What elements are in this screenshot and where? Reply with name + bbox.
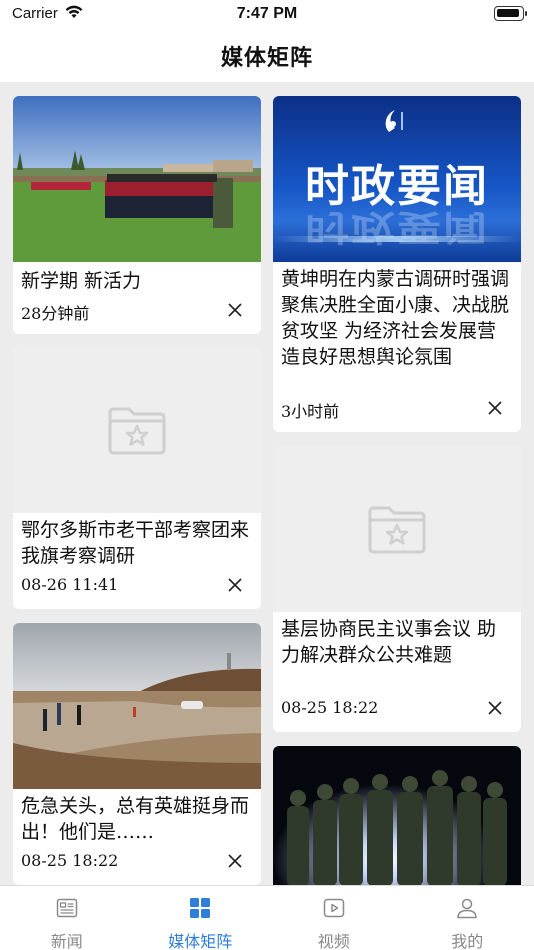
news-card-title: 基层协商民主议事会议 助力解决群众公共难题: [281, 618, 497, 666]
close-icon[interactable]: [225, 851, 245, 871]
soldiers-night-photo: [273, 746, 521, 885]
tab-label: 视频: [317, 932, 350, 950]
news-card-title: 危急关头，总有英雄挺身而出！他们是……: [21, 795, 250, 843]
navigation-bar: 媒体矩阵: [0, 28, 534, 82]
image-placeholder: [273, 446, 521, 612]
tab-mine[interactable]: 我的: [401, 886, 534, 950]
tab-label: 我的: [451, 932, 484, 950]
news-card-time: 08-25 18:22: [281, 698, 379, 717]
image-placeholder: [13, 347, 261, 513]
close-icon[interactable]: [225, 575, 245, 595]
news-card-title: 新学期 新活力: [21, 270, 142, 292]
tab-label: 媒体矩阵: [168, 932, 233, 950]
flood-rescue-photo: [13, 623, 261, 789]
tab-bar: 新闻 媒体矩阵 视频 我的: [0, 885, 534, 950]
news-card-time: 08-25 18:22: [21, 851, 119, 870]
video-play-icon: [323, 898, 344, 918]
news-card-time: 3小时前: [281, 402, 340, 421]
tab-label: 新闻: [50, 932, 83, 950]
news-icon: [56, 898, 77, 918]
close-icon[interactable]: [485, 398, 505, 418]
close-icon[interactable]: [225, 300, 245, 320]
news-card-title: 鄂尔多斯市老干部考察团来我旗考察调研: [21, 519, 250, 567]
students-in-field-photo: [13, 96, 261, 262]
battery-level: [497, 9, 519, 17]
person-icon: [457, 898, 477, 919]
tab-video[interactable]: 视频: [267, 886, 401, 950]
status-bar: Carrier 7:47 PM: [0, 0, 534, 28]
page-title: 媒体矩阵: [220, 45, 313, 71]
news-banner-image: 时政要闻 时政要闻: [273, 96, 521, 262]
news-card[interactable]: 基层协商民主议事会议 助力解决群众公共难题 08-25 18:22: [273, 446, 521, 732]
battery-icon: [494, 6, 527, 21]
news-card[interactable]: 鄂尔多斯市老干部考察团来我旗考察调研 08-26 11:41: [13, 347, 261, 609]
news-card[interactable]: 危急关头，总有英雄挺身而出！他们是…… 08-25 18:22: [13, 623, 261, 885]
news-card-time: 08-26 11:41: [21, 575, 119, 594]
banner-light-streak: [273, 236, 521, 242]
news-card[interactable]: 时政要闻 时政要闻 黄坤明在内蒙古调研时强调 聚焦决胜全面小康、决战脱贫攻坚 为…: [273, 96, 521, 432]
close-icon[interactable]: [485, 698, 505, 718]
news-card[interactable]: [273, 746, 521, 885]
banner-headline-reflection: 时政要闻: [305, 206, 489, 247]
news-card[interactable]: 新学期 新活力 28分钟前: [13, 96, 261, 334]
folder-star-icon: [368, 506, 426, 554]
news-card-time: 28分钟前: [21, 304, 90, 323]
folder-star-icon: [108, 407, 166, 455]
grid-icon: [190, 898, 211, 918]
news-card-title: 黄坤明在内蒙古调研时强调 聚焦决胜全面小康、决战脱贫攻坚 为经济社会发展营造良好…: [281, 268, 510, 368]
tab-media-matrix[interactable]: 媒体矩阵: [134, 886, 268, 950]
status-time: 7:47 PM: [236, 5, 298, 22]
tab-news[interactable]: 新闻: [0, 886, 134, 950]
media-feed[interactable]: 新学期 新活力 28分钟前 时政要闻 时政要闻 黄坤明在内蒙古调研时强调 聚焦决…: [0, 82, 534, 885]
banner-logo-icon: [385, 110, 403, 132]
